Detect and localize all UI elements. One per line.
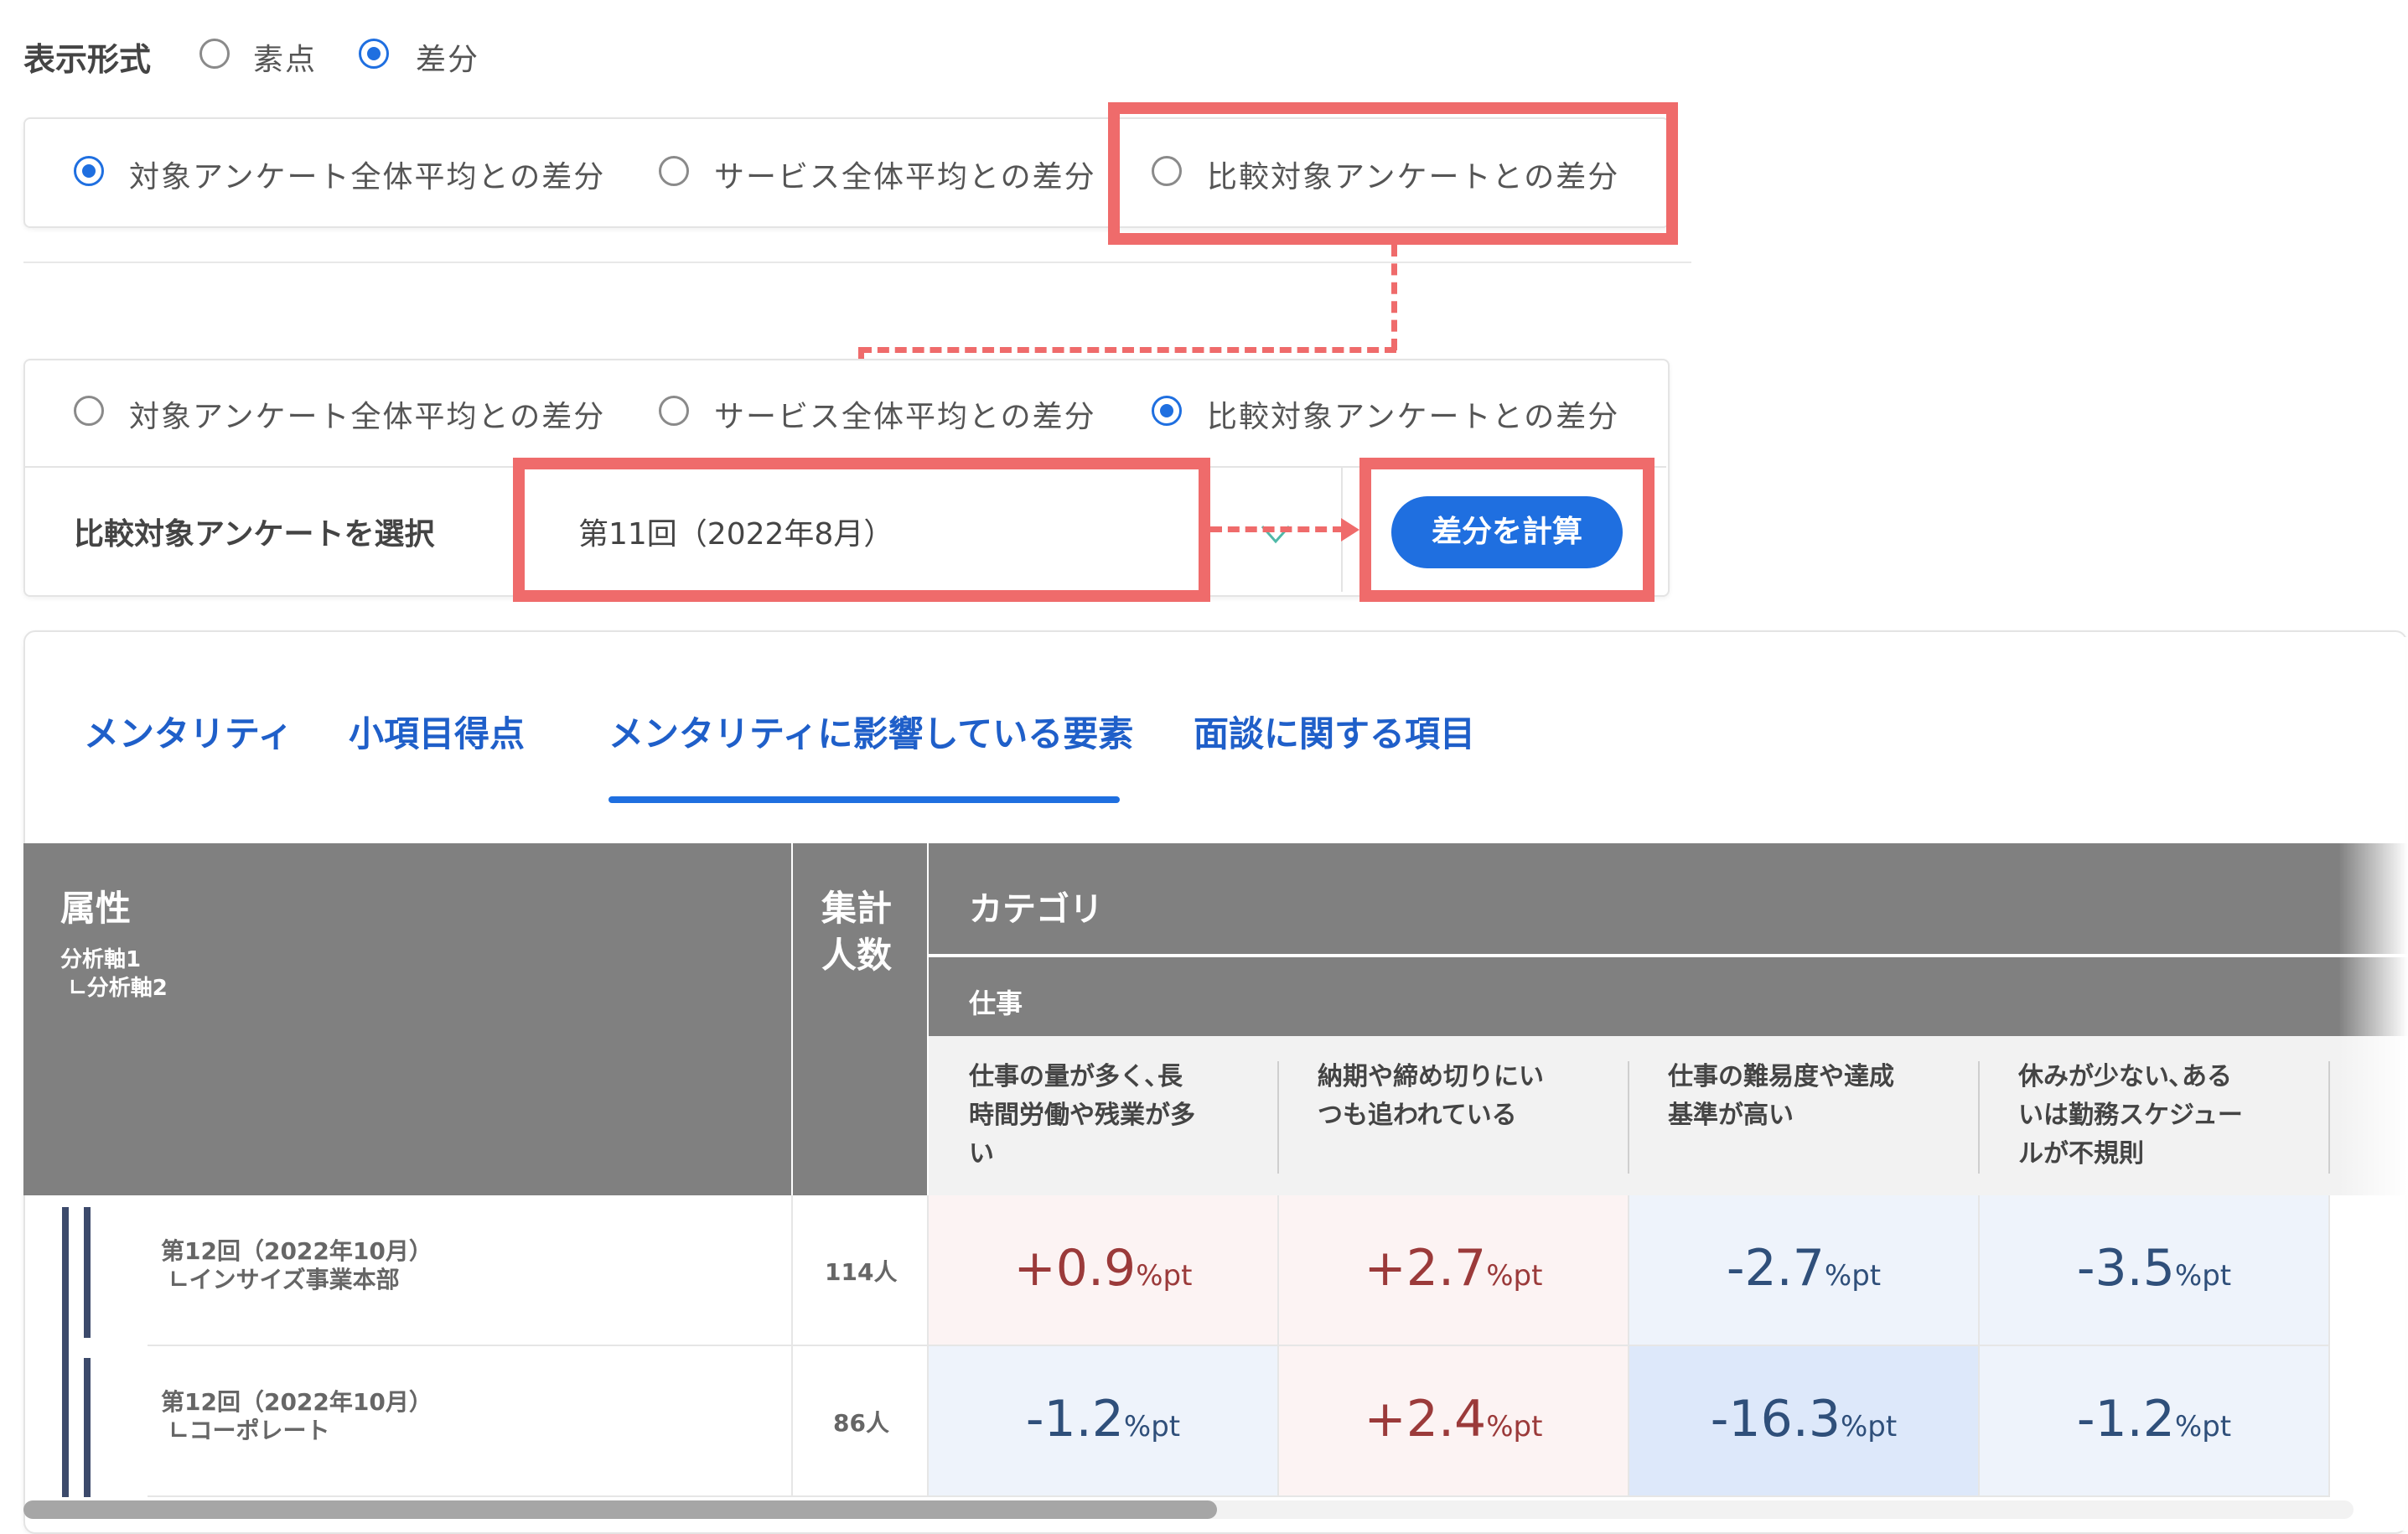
tab-interview-items[interactable]: 面談に関する項目 xyxy=(1194,706,1475,757)
value-cell[interactable]: +0.9%pt xyxy=(929,1195,1279,1346)
header-category-label: カテゴリ xyxy=(969,890,1103,929)
radio-survey-average[interactable] xyxy=(74,396,104,426)
connector-line xyxy=(1210,526,1344,532)
radio-service-average[interactable] xyxy=(659,156,689,186)
arrow-right-icon xyxy=(1341,518,1359,542)
row-department-label: ∟コーポレート xyxy=(169,1417,330,1444)
row-bar xyxy=(62,1207,69,1497)
active-tab-indicator xyxy=(608,796,1120,803)
display-format-label: 表示形式 xyxy=(23,41,152,78)
row-department-label: ∟インサイズ事業本部 xyxy=(169,1266,400,1293)
row-bar xyxy=(84,1358,91,1497)
highlight-compare-option xyxy=(1108,102,1678,245)
value-cell[interactable]: -16.3%pt xyxy=(1629,1346,1980,1497)
divider xyxy=(2328,1061,2330,1174)
header-subcategory xyxy=(929,957,2408,1036)
value-cell[interactable]: -2.7%pt xyxy=(1629,1195,1980,1346)
value-cell[interactable]: -1.2%pt xyxy=(929,1346,1279,1497)
radio-service-average-label: サービス全体平均との差分 xyxy=(714,400,1096,434)
highlight-calculate-button xyxy=(1359,458,1655,602)
row-count: 114人 xyxy=(825,1258,898,1286)
column-header-workload: 仕事の量が多く､長 時間労働や残業が多 い xyxy=(969,1062,1195,1169)
tab-mentality-factors[interactable]: メンタリティに影響している要素 xyxy=(608,706,1133,757)
value-cell[interactable]: +2.4%pt xyxy=(1279,1346,1629,1497)
divider xyxy=(1628,1061,1629,1174)
divider xyxy=(1277,1061,1279,1174)
radio-diff-label: 差分 xyxy=(416,43,480,77)
scroll-fade xyxy=(2338,637,2408,1531)
row-count: 86人 xyxy=(833,1409,889,1437)
header-axis2-label: ∟分析軸2 xyxy=(69,976,168,1001)
header-category xyxy=(929,843,2408,954)
value-cell[interactable]: -1.2%pt xyxy=(1980,1346,2330,1497)
connector-line xyxy=(1391,245,1397,350)
radio-compare-survey[interactable] xyxy=(1152,396,1182,426)
header-attribute xyxy=(23,843,791,1195)
radio-compare-survey-label: 比較対象アンケートとの差分 xyxy=(1207,400,1620,434)
header-attribute-label: 属性 xyxy=(60,888,132,929)
divider xyxy=(1978,1061,1980,1174)
horizontal-scrollbar-thumb[interactable] xyxy=(23,1500,1217,1519)
compare-select-label: 比較対象アンケートを選択 xyxy=(74,517,435,552)
header-count-label-2: 人数 xyxy=(821,935,893,976)
radio-diff[interactable] xyxy=(359,39,389,69)
radio-raw-score-label: 素点 xyxy=(253,43,318,77)
connector-line xyxy=(860,347,1396,353)
highlight-select xyxy=(513,458,1210,602)
column-header-schedule: 休みが少ない､ある いは勤務スケジュー ルが不規則 xyxy=(2018,1062,2243,1169)
radio-survey-average-label: 対象アンケート全体平均との差分 xyxy=(129,400,606,434)
tab-mentality[interactable]: メンタリティ xyxy=(84,706,293,757)
radio-service-average[interactable] xyxy=(659,396,689,426)
radio-raw-score[interactable] xyxy=(199,39,230,69)
radio-survey-average-label: 対象アンケート全体平均との差分 xyxy=(129,160,606,194)
divider xyxy=(23,262,1691,263)
value-cell[interactable]: -3.5%pt xyxy=(1980,1195,2330,1346)
header-count-label-1: 集計 xyxy=(821,888,893,929)
header-subcategory-label: 仕事 xyxy=(969,987,1023,1019)
radio-service-average-label: サービス全体平均との差分 xyxy=(714,160,1096,194)
row-bar xyxy=(84,1207,91,1338)
header-axis1-label: 分析軸1 xyxy=(60,947,142,972)
row-survey-label: 第12回（2022年10月） xyxy=(161,1237,432,1265)
tab-sub-item-score[interactable]: 小項目得点 xyxy=(349,706,525,757)
value-cell[interactable]: +2.7%pt xyxy=(1279,1195,1629,1346)
radio-survey-average[interactable] xyxy=(74,156,104,186)
chevron-down-icon[interactable] xyxy=(1259,516,1292,550)
row-survey-label: 第12回（2022年10月） xyxy=(161,1388,432,1416)
column-header-deadlines: 納期や締め切りにい つも追われている xyxy=(1318,1062,1544,1130)
column-header-difficulty: 仕事の難易度や達成 基準が高い xyxy=(1668,1062,1894,1130)
